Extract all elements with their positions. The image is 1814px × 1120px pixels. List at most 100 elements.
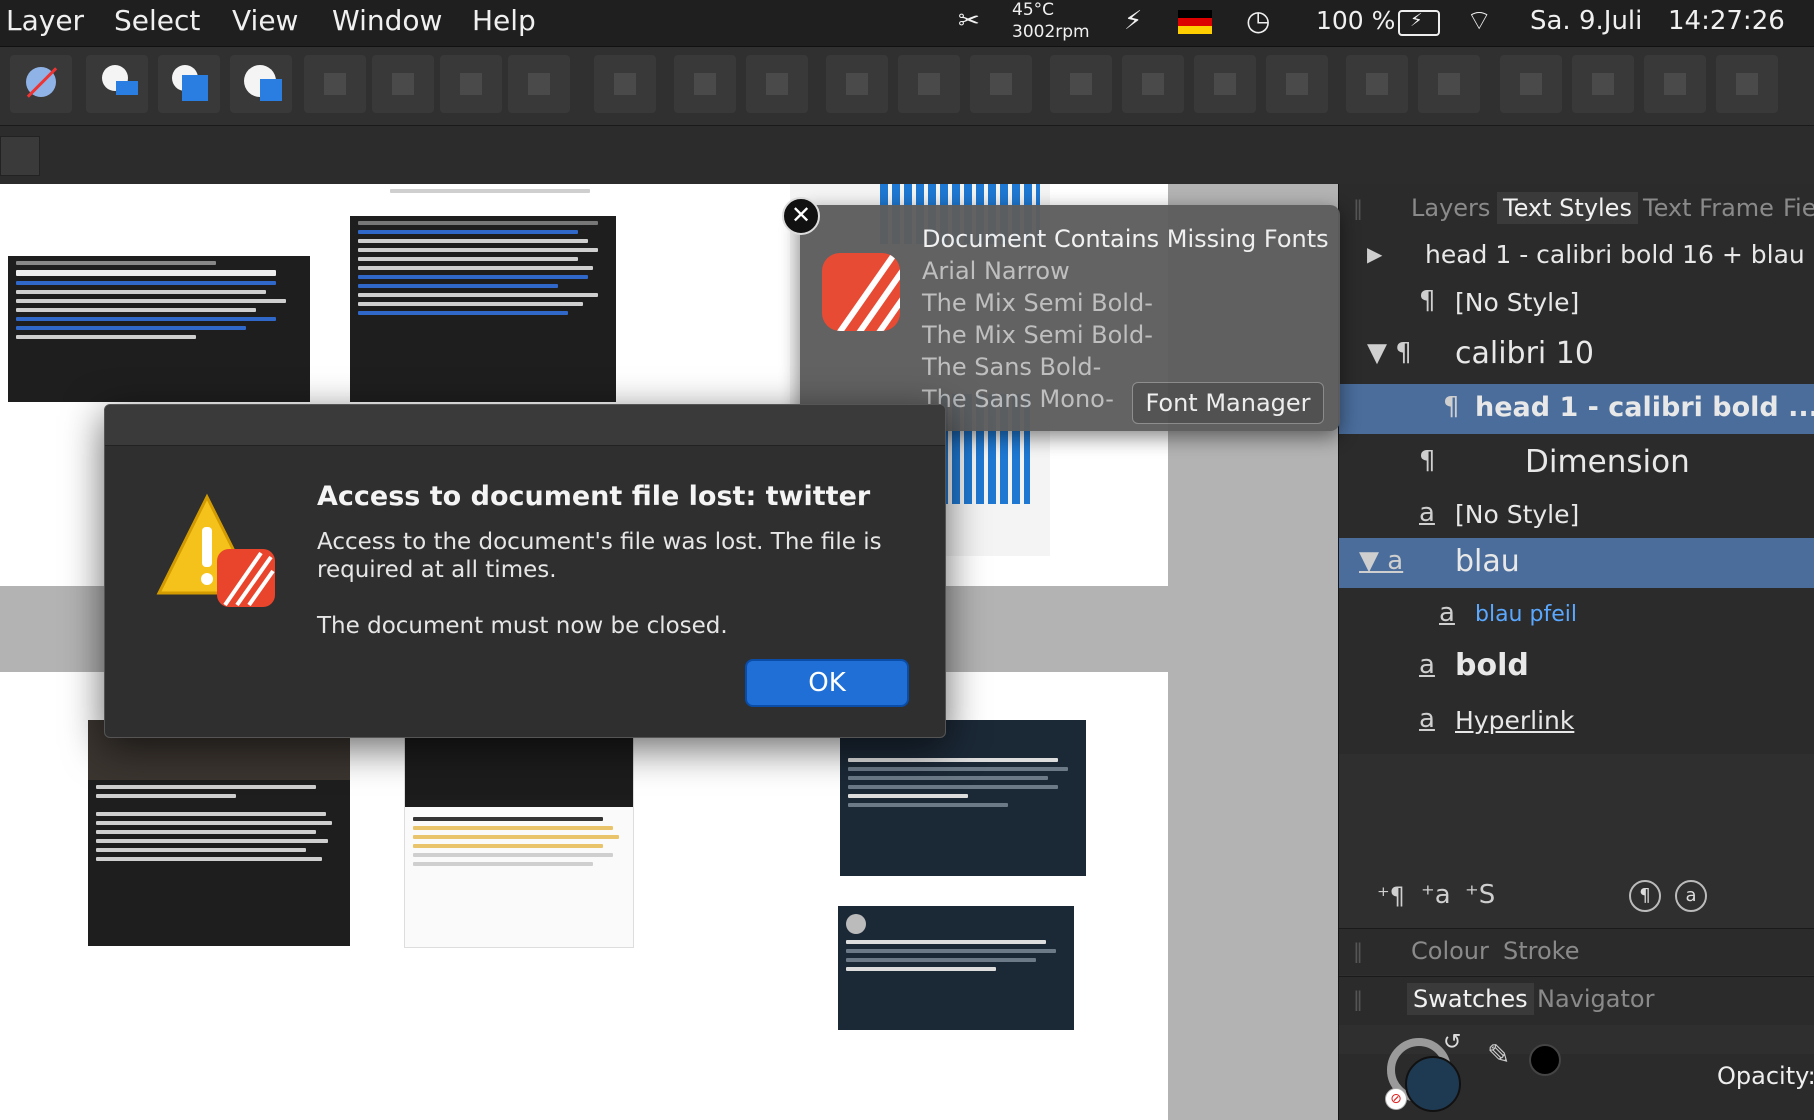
align-top-button[interactable] — [826, 55, 888, 113]
fill-swatch[interactable] — [1405, 1056, 1461, 1112]
disclosure-down-character-icon[interactable]: ▼ a — [1359, 546, 1403, 576]
swap-colors-icon[interactable]: ↺ — [1443, 1030, 1461, 1055]
spread-button[interactable] — [1716, 55, 1778, 113]
master-page-button[interactable] — [1644, 55, 1706, 113]
menu-select[interactable]: Select — [114, 4, 200, 37]
swatches-header: ‖ Swatches Navigator — [1339, 976, 1814, 1025]
distribute-vertical-button[interactable] — [1122, 55, 1184, 113]
menu-view[interactable]: View — [232, 4, 298, 37]
context-field[interactable] — [0, 136, 40, 176]
tab-text-styles[interactable]: Text Styles — [1497, 192, 1638, 224]
align-middle-button[interactable] — [898, 55, 960, 113]
align-bottom-button[interactable] — [970, 55, 1032, 113]
shape-circle-square-button[interactable] — [86, 55, 148, 113]
no-fill-tool-button[interactable] — [10, 55, 72, 113]
missing-font-item: The Sans Mono- — [922, 385, 1114, 413]
panel-grip[interactable]: ‖ — [1353, 939, 1363, 963]
tab-navigator[interactable]: Navigator — [1537, 985, 1654, 1013]
context-toolbar — [0, 126, 1814, 185]
affinity-publisher-icon — [822, 253, 900, 331]
style-row-no-style-char[interactable]: a [No Style] — [1339, 490, 1814, 540]
eyedropper-icon[interactable]: ✎ — [1487, 1038, 1510, 1071]
close-icon[interactable]: ✕ — [782, 197, 820, 235]
alert-message-line: The document must now be closed. — [317, 613, 728, 639]
apply-paragraph-style-icon[interactable]: ¶ — [1629, 880, 1661, 912]
add-group-style-icon[interactable]: ⁺S — [1465, 880, 1495, 910]
colour-stroke-header: ‖ Colour Stroke — [1339, 928, 1814, 975]
tab-stroke[interactable]: Stroke — [1503, 937, 1579, 965]
article-image-2 — [350, 216, 616, 402]
style-row-no-style-para[interactable]: ¶ [No Style] — [1339, 278, 1814, 328]
style-row-hyperlink[interactable]: a Hyperlink — [1339, 696, 1814, 746]
battery-icon[interactable]: ⚡ — [1398, 10, 1440, 36]
style-row-head1-selected[interactable]: ¶ head 1 - calibri bold ... — [1339, 384, 1814, 434]
panel-grip[interactable]: ‖ — [1353, 987, 1363, 1011]
insert-page-button[interactable] — [1500, 55, 1562, 113]
font-manager-button[interactable]: Font Manager — [1132, 382, 1324, 424]
german-flag-icon[interactable] — [1178, 10, 1212, 34]
menu-help[interactable]: Help — [472, 4, 536, 37]
wifi-icon[interactable]: ⌔ — [1466, 4, 1492, 39]
flip-horizontal-button[interactable] — [1194, 55, 1256, 113]
no-color-icon[interactable]: ⊘ — [1385, 1088, 1407, 1110]
shape-cutout-button[interactable] — [230, 55, 292, 113]
style-row-dimension[interactable]: ¶ Dimension — [1339, 438, 1814, 488]
disclosure-down-paragraph-icon[interactable]: ▼ ¶ — [1367, 338, 1412, 368]
boolean-divide-button[interactable] — [508, 55, 570, 113]
character-style-icon: a — [1419, 650, 1435, 680]
missing-fonts-title: Document Contains Missing Fonts — [922, 225, 1329, 253]
menu-layer[interactable]: Layer — [6, 4, 84, 37]
apply-character-style-icon[interactable]: a — [1675, 880, 1707, 912]
style-row-blau-pfeil[interactable]: a blau pfeil — [1339, 590, 1814, 640]
alert-titlebar[interactable] — [105, 405, 945, 446]
alert-title: Access to document file lost: twitter — [317, 481, 871, 512]
square-icon — [260, 79, 282, 101]
tab-field[interactable]: Fie — [1783, 194, 1814, 222]
article-image-4 — [404, 720, 634, 948]
tab-text-frame[interactable]: Text Frame — [1643, 194, 1774, 222]
style-row-blau[interactable]: ▼ a blau — [1339, 538, 1814, 588]
tweet-image-2 — [838, 906, 1074, 1030]
style-row-head1[interactable]: ▶ head 1 - calibri bold 16 + blau + ... — [1339, 230, 1814, 280]
style-row-calibri-10[interactable]: ▼ ¶ calibri 10 — [1339, 330, 1814, 380]
missing-font-item: The Mix Semi Bold- — [922, 321, 1153, 349]
align-right-button[interactable] — [746, 55, 808, 113]
ok-button[interactable]: OK — [745, 659, 909, 707]
paragraph-icon: ¶ — [1443, 392, 1460, 422]
boolean-add-button[interactable] — [304, 55, 366, 113]
boolean-subtract-button[interactable] — [372, 55, 434, 113]
fan-rpm: 3002rpm — [1012, 22, 1090, 42]
rotate-right-button[interactable] — [1418, 55, 1480, 113]
distribute-horizontal-button[interactable] — [1050, 55, 1112, 113]
missing-fonts-popover: Document Contains Missing Fonts Arial Na… — [800, 205, 1340, 431]
battery-percent: 100 % — [1316, 6, 1396, 35]
square-icon — [182, 75, 208, 101]
delete-page-button[interactable] — [1572, 55, 1634, 113]
align-left-button[interactable] — [594, 55, 656, 113]
flip-vertical-button[interactable] — [1266, 55, 1328, 113]
tab-colour[interactable]: Colour — [1411, 937, 1489, 965]
disclosure-right-icon[interactable]: ▶ — [1367, 242, 1382, 266]
tab-layers[interactable]: Layers — [1411, 194, 1490, 222]
tab-swatches[interactable]: Swatches — [1407, 983, 1534, 1015]
rotate-left-button[interactable] — [1346, 55, 1408, 113]
time-machine-icon[interactable]: ◷ — [1246, 4, 1270, 37]
boolean-intersect-button[interactable] — [440, 55, 502, 113]
add-paragraph-style-icon[interactable]: ⁺¶ — [1377, 882, 1405, 910]
scissors-icon[interactable]: ✂ — [958, 6, 980, 36]
file-lost-alert-dialog: Access to document file lost: twitter Ac… — [104, 404, 946, 738]
align-center-button[interactable] — [674, 55, 736, 113]
cpu-temp: 45°C — [1012, 0, 1055, 20]
shape-overlap-button[interactable] — [158, 55, 220, 113]
warning-icon — [155, 493, 285, 613]
text-styles-panel: ‖ Layers Text Styles Text Frame Fie ▶ he… — [1338, 184, 1814, 1120]
menu-window[interactable]: Window — [332, 4, 442, 37]
add-character-style-icon[interactable]: ⁺a — [1421, 880, 1451, 910]
panel-grip[interactable]: ‖ — [1353, 196, 1363, 220]
style-row-bold[interactable]: a bold — [1339, 642, 1814, 692]
black-swatch[interactable] — [1529, 1044, 1561, 1076]
menubar-time[interactable]: 14:27:26 — [1668, 6, 1785, 36]
paragraph-icon: ¶ — [1419, 286, 1436, 316]
menubar-date[interactable]: Sa. 9.Juli — [1530, 6, 1642, 36]
plug-icon[interactable]: ⚡ — [1124, 6, 1142, 36]
